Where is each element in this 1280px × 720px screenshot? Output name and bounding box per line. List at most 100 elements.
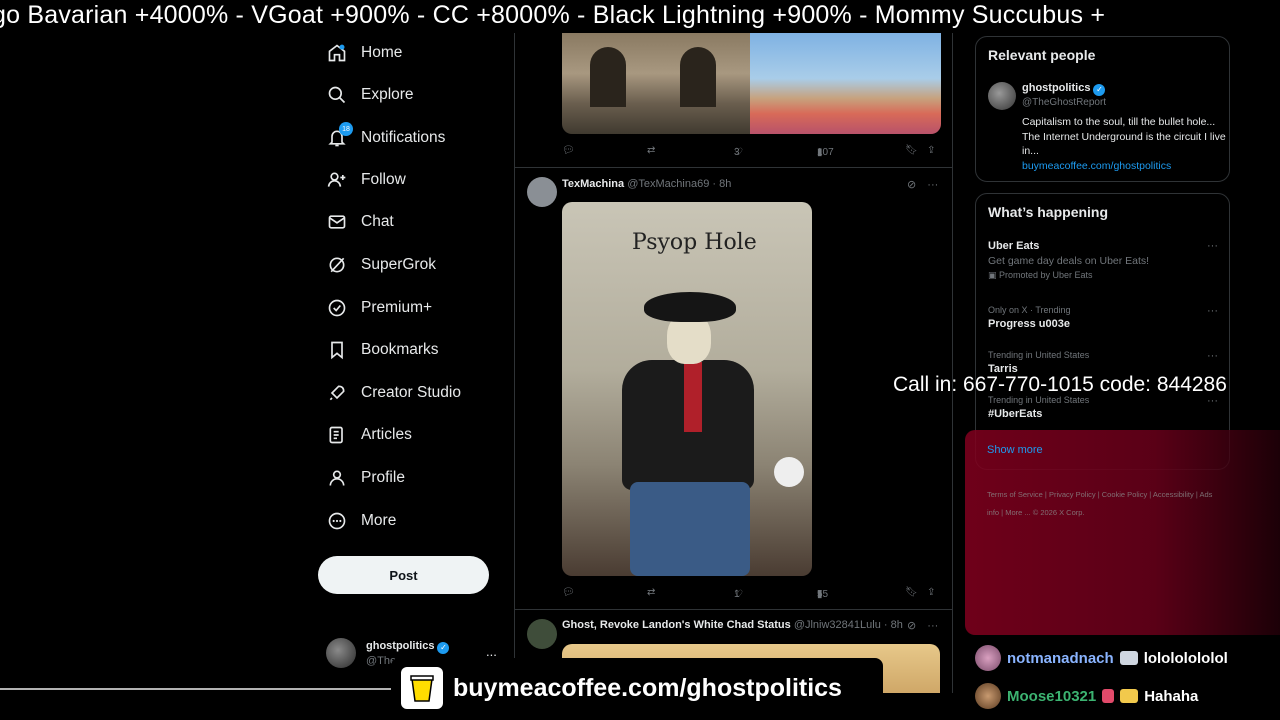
footer-links[interactable]: Terms of Service | Privacy Policy | Cook… xyxy=(987,486,1217,522)
verified-badge-icon: ✓ xyxy=(437,642,450,654)
stream-chat-overlay xyxy=(965,430,1280,635)
left-nav: Home Explore 18 Notifications Follow Cha… xyxy=(318,33,514,693)
nav-bookmarks[interactable]: Bookmarks xyxy=(326,332,439,368)
share-icon[interactable]: ⇪ xyxy=(927,145,935,156)
reply-icon[interactable]: 💬︎ xyxy=(562,587,575,598)
trend-context: Trending in United States xyxy=(988,350,1090,360)
more-dots-icon[interactable]: ··· xyxy=(1207,350,1218,362)
tweet-media[interactable] xyxy=(562,33,941,134)
more-dots-icon[interactable]: ... xyxy=(486,644,497,659)
relevant-people-panel: Relevant people ghostpolitics ✓ @TheGhost… xyxy=(975,36,1230,182)
reply-icon[interactable]: 💬︎ xyxy=(562,145,575,156)
bookmark-icon[interactable]: 🔖︎ xyxy=(905,145,918,156)
trend-item[interactable]: Uber Eats Get game day deals on Uber Eat… xyxy=(988,240,1218,281)
nav-articles[interactable]: Articles xyxy=(326,417,412,453)
article-icon xyxy=(326,424,348,446)
bell-icon: 18 xyxy=(326,122,353,149)
author-handle-time: @Jlniw32841Lulu · 8h xyxy=(793,619,903,631)
person-handle: @TheGhostReport xyxy=(1022,97,1107,108)
trend-item[interactable]: Trending in United States Tarris ··· xyxy=(988,350,1218,375)
grok-icon[interactable]: ⊘ xyxy=(907,179,916,191)
like-count: 3 xyxy=(734,147,740,158)
nav-more[interactable]: More xyxy=(326,503,396,539)
nav-label: Home xyxy=(361,44,403,61)
coffee-cup-icon xyxy=(401,667,443,709)
tweet-header: Ghost, Revoke Landon's White Chad Status… xyxy=(562,619,903,631)
author-handle-time: @TexMachina69 · 8h xyxy=(627,178,732,190)
emote-icon xyxy=(1120,689,1139,703)
account-name: ghostpolitics xyxy=(366,640,435,652)
show-more-link[interactable]: Show more xyxy=(987,444,1043,456)
trend-title: Progress u003e xyxy=(988,318,1070,330)
grok-icon xyxy=(326,254,348,276)
search-icon xyxy=(326,84,348,106)
more-dots-icon[interactable]: ··· xyxy=(1207,305,1218,317)
image-detail xyxy=(774,457,804,487)
avatar xyxy=(975,683,1001,709)
nav-premium[interactable]: Premium+ xyxy=(326,290,432,326)
trend-title: #UberEats xyxy=(988,408,1043,420)
image-detail xyxy=(630,482,750,576)
more-dots-icon[interactable]: ··· xyxy=(927,620,938,632)
chat-message: notmanadnach lolololololol xyxy=(975,645,1228,671)
person-name: ghostpolitics xyxy=(1022,82,1091,94)
whats-happening-panel: What’s happening Uber Eats Get game day … xyxy=(975,193,1230,470)
author-name[interactable]: Ghost, Revoke Landon's White Chad Status xyxy=(562,619,791,631)
nav-label: Follow xyxy=(361,171,406,188)
account-name-row: ghostpolitics ✓ xyxy=(366,640,450,654)
trend-desc: Get game day deals on Uber Eats! xyxy=(988,255,1150,267)
share-icon[interactable]: ⇪ xyxy=(927,587,935,598)
grok-icon[interactable]: ⊘ xyxy=(907,620,916,632)
trend-item[interactable]: Only on X · Trending Progress u003e ··· xyxy=(988,305,1218,330)
nav-creator-studio[interactable]: Creator Studio xyxy=(326,375,461,411)
divider xyxy=(515,609,952,610)
tweet-media[interactable]: Psyop Hole xyxy=(562,202,812,576)
nav-label: Notifications xyxy=(361,129,446,146)
divider xyxy=(515,167,952,168)
promoted-icon: ▣ xyxy=(988,270,1000,280)
avatar[interactable] xyxy=(527,177,557,207)
nav-explore[interactable]: Explore xyxy=(326,77,414,113)
chat-message: Moose10321 Hahaha xyxy=(975,683,1198,709)
like-count: 1 xyxy=(734,589,740,600)
more-circle-icon xyxy=(326,510,348,532)
more-dots-icon[interactable]: ··· xyxy=(1207,240,1218,252)
avatar[interactable] xyxy=(988,82,1016,110)
person-bio: Capitalism to the soul, till the bullet … xyxy=(1022,115,1227,173)
nav-notifications[interactable]: 18 Notifications xyxy=(326,120,445,156)
nav-profile[interactable]: Profile xyxy=(326,460,405,496)
person-name-row[interactable]: ghostpolitics ✓ xyxy=(1022,82,1106,96)
nav-label: Profile xyxy=(361,469,405,486)
nav-supergrok[interactable]: SuperGrok xyxy=(326,247,436,283)
bookmark-icon xyxy=(326,339,348,361)
bio-link[interactable]: buymeacoffee.com/ghostpolitics xyxy=(1022,159,1227,174)
view-count: 107 xyxy=(817,147,834,158)
chat-text: lolololololol xyxy=(1143,649,1228,667)
retweet-icon[interactable]: ⇄ xyxy=(647,145,655,156)
verified-badge-icon: ✓ xyxy=(1093,84,1106,96)
trend-title: Uber Eats xyxy=(988,240,1040,252)
notification-badge: 18 xyxy=(339,122,353,136)
tweet-actions: 💬︎ ⇄ ♡ 3 ▮ 107 🔖︎ ⇪ xyxy=(562,143,940,161)
author-name[interactable]: TexMachina xyxy=(562,178,624,190)
trend-item[interactable]: Trending in United States #UberEats ··· xyxy=(988,395,1218,420)
chat-username[interactable]: notmanadnach xyxy=(1007,650,1114,667)
view-count: 55 xyxy=(817,589,829,600)
avatar[interactable] xyxy=(527,619,557,649)
nav-follow[interactable]: Follow xyxy=(326,162,406,198)
nav-home[interactable]: Home xyxy=(326,35,402,71)
bookmark-icon[interactable]: 🔖︎ xyxy=(905,587,918,598)
chat-text: Hahaha xyxy=(1144,687,1199,705)
post-button[interactable]: Post xyxy=(318,556,489,594)
person-icon xyxy=(326,467,348,489)
nav-chat[interactable]: Chat xyxy=(326,204,394,240)
avatar xyxy=(326,638,356,668)
tweet-header: TexMachina @TexMachina69 · 8h xyxy=(562,178,731,190)
image-detail xyxy=(684,362,702,432)
chat-username[interactable]: Moose10321 xyxy=(1007,688,1096,705)
tweet-actions: 💬︎ ⇄ ♡ 1 ▮ 55 🔖︎ ⇪ xyxy=(562,585,940,603)
retweet-icon[interactable]: ⇄ xyxy=(647,587,655,598)
person-plus-icon xyxy=(326,169,348,191)
more-dots-icon[interactable]: ··· xyxy=(927,179,938,191)
image-caption: Psyop Hole xyxy=(632,230,757,255)
